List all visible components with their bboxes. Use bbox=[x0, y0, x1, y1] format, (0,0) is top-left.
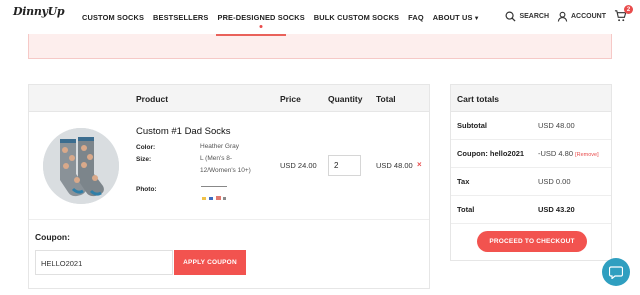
notice-banner bbox=[28, 34, 612, 59]
coupon-label: Coupon: bbox=[35, 232, 70, 242]
search-label: SEARCH bbox=[519, 12, 549, 20]
nav-pre-designed-socks[interactable]: PRE-DESIGNED SOCKS bbox=[217, 13, 304, 22]
coupon-row-label: Coupon: hello2021 bbox=[457, 149, 525, 158]
coupon-discount-value: -USD 4.80 bbox=[538, 149, 574, 158]
tax-row: Tax USD 0.00 bbox=[451, 168, 611, 196]
tax-value: USD 0.00 bbox=[538, 177, 571, 186]
color-value: Heather Gray bbox=[200, 143, 240, 150]
main-nav: CUSTOM SOCKS BESTSELLERS PRE-DESIGNED SO… bbox=[82, 13, 489, 22]
coupon-row: Coupon: hello2021 -USD 4.80 [Remove] bbox=[451, 140, 611, 168]
notice-button[interactable] bbox=[216, 34, 286, 36]
cart-table: Product Price Quantity Total Custom #1 D… bbox=[28, 84, 430, 289]
header-actions: SEARCH ACCOUNT 2 bbox=[505, 5, 633, 23]
cart-totals: Cart totals Subtotal USD 48.00 Coupon: h… bbox=[450, 84, 612, 261]
chat-icon bbox=[609, 265, 623, 279]
nav-bulk-custom-socks[interactable]: BULK CUSTOM SOCKS bbox=[314, 13, 399, 22]
nav-custom-socks[interactable]: CUSTOM SOCKS bbox=[82, 13, 144, 22]
photo-thumbnail[interactable] bbox=[200, 185, 228, 205]
coupon-input[interactable]: HELLO2021 bbox=[35, 250, 173, 275]
col-quantity: Quantity bbox=[328, 94, 363, 104]
proceed-to-checkout-button[interactable]: PROCEED TO CHECKOUT bbox=[477, 231, 587, 252]
site-logo[interactable]: DinnyUp bbox=[13, 5, 65, 18]
tax-label: Tax bbox=[457, 177, 470, 186]
cart-button[interactable]: 2 bbox=[614, 5, 633, 23]
nav-about-us[interactable]: ABOUT US▼ bbox=[433, 13, 480, 22]
search-icon bbox=[505, 11, 516, 22]
product-title[interactable]: Custom #1 Dad Socks bbox=[136, 126, 231, 137]
chat-button[interactable] bbox=[602, 258, 630, 286]
subtotal-row: Subtotal USD 48.00 bbox=[451, 112, 611, 140]
apply-coupon-button[interactable]: APPLY COUPON bbox=[174, 250, 246, 275]
search-link[interactable]: SEARCH bbox=[505, 11, 549, 22]
total-value: USD 43.20 bbox=[538, 205, 575, 214]
col-total: Total bbox=[376, 94, 396, 104]
product-image[interactable] bbox=[43, 128, 119, 204]
color-label: Color: bbox=[136, 144, 156, 151]
col-product: Product bbox=[136, 94, 169, 104]
size-label: Size: bbox=[136, 156, 152, 163]
subtotal-value: USD 48.00 bbox=[538, 121, 575, 130]
subtotal-label: Subtotal bbox=[457, 121, 487, 130]
total-row: Total USD 43.20 bbox=[451, 196, 611, 224]
quantity-value: 2 bbox=[334, 161, 339, 170]
item-total: USD 48.00 bbox=[376, 161, 413, 170]
cart-totals-heading: Cart totals bbox=[451, 85, 611, 112]
item-price: USD 24.00 bbox=[280, 161, 317, 170]
user-icon bbox=[557, 11, 568, 22]
remove-coupon-link[interactable]: [Remove] bbox=[575, 152, 599, 158]
socks-illustration bbox=[43, 128, 119, 204]
nav-faq[interactable]: FAQ bbox=[408, 13, 424, 22]
coupon-input-value: HELLO2021 bbox=[41, 259, 83, 268]
chevron-down-icon: ▼ bbox=[473, 16, 480, 22]
photo-label: Photo: bbox=[136, 186, 157, 193]
site-header: DinnyUp CUSTOM SOCKS BESTSELLERS PRE-DES… bbox=[0, 0, 640, 34]
remove-item-button[interactable]: × bbox=[417, 160, 422, 169]
account-link[interactable]: ACCOUNT bbox=[557, 11, 606, 22]
col-price: Price bbox=[280, 94, 301, 104]
cart-table-header: Product Price Quantity Total bbox=[29, 85, 429, 112]
nav-bestsellers[interactable]: BESTSELLERS bbox=[153, 13, 208, 22]
account-label: ACCOUNT bbox=[571, 12, 606, 20]
cart-count-badge: 2 bbox=[624, 5, 633, 14]
nav-about-us-label: ABOUT US bbox=[432, 13, 473, 22]
quantity-input[interactable]: 2 bbox=[328, 155, 361, 176]
size-value: L (Men's 8-12/Women's 10+) bbox=[200, 155, 251, 174]
row-divider bbox=[29, 219, 429, 220]
total-label: Total bbox=[457, 205, 475, 214]
coupon-row-value-wrap: -USD 4.80 [Remove] bbox=[538, 149, 599, 158]
